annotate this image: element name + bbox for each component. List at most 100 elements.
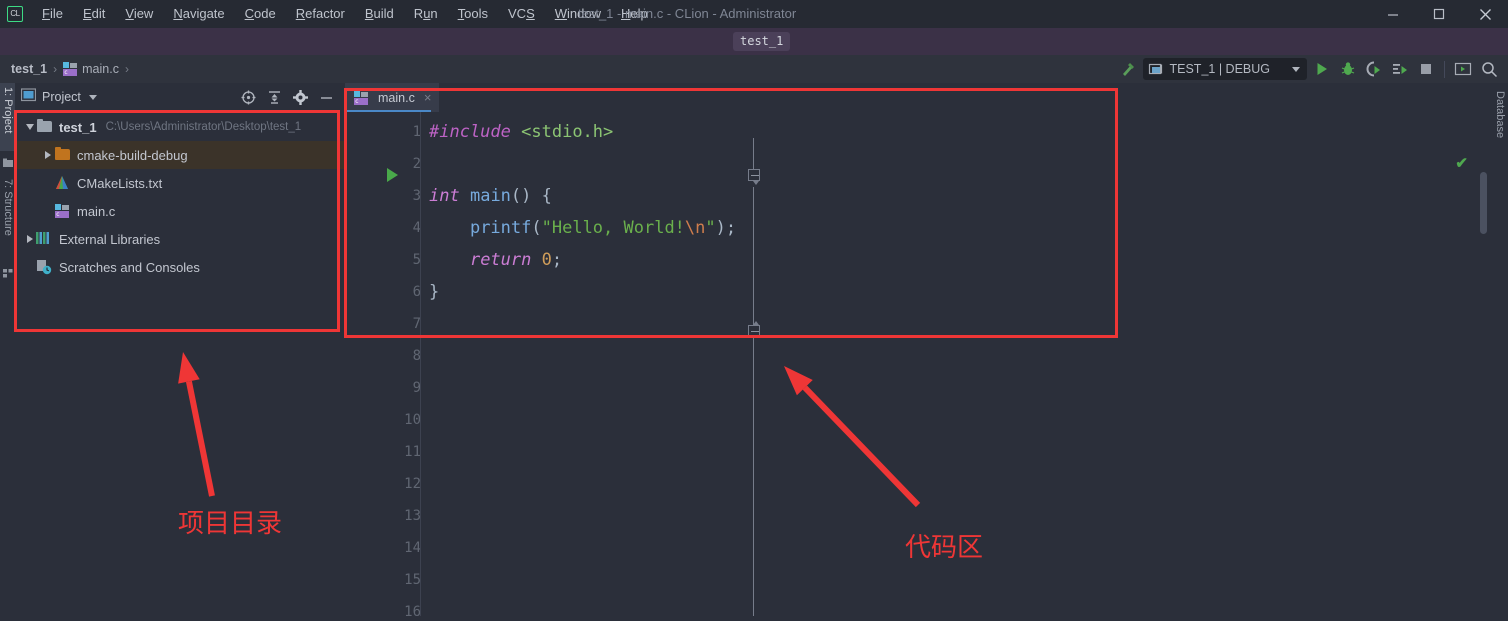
run-configuration-label: TEST_1 | DEBUG	[1169, 62, 1271, 76]
chevron-right-icon[interactable]	[23, 235, 36, 243]
close-icon[interactable]	[1462, 0, 1508, 28]
run-with-coverage-icon[interactable]	[1361, 55, 1387, 83]
project-view-icon	[20, 87, 37, 107]
menu-item-tools[interactable]: Tools	[448, 0, 498, 28]
tree-item-external-libraries[interactable]: External Libraries	[15, 225, 345, 253]
code-token: ;	[551, 250, 563, 270]
tree-item-main-c[interactable]: c main.c	[15, 197, 345, 225]
run-configuration-selector[interactable]: TEST_1 | DEBUG	[1142, 58, 1307, 80]
bottom-filler	[0, 616, 1508, 621]
code-token: );	[715, 218, 737, 238]
project-panel-header: Project	[15, 83, 345, 111]
c-file-icon: c	[63, 62, 78, 76]
collapse-all-icon[interactable]	[261, 85, 287, 109]
select-opened-file-icon[interactable]	[235, 85, 261, 109]
debug-bug-icon[interactable]	[1335, 55, 1361, 83]
profiler-icon[interactable]	[1387, 55, 1413, 83]
menu-item-edit[interactable]: Edit	[73, 0, 115, 28]
code-line-6: }	[429, 282, 439, 302]
line-number: 15	[404, 572, 421, 588]
line-number: 7	[412, 316, 421, 332]
tree-item-path: C:\Users\Administrator\Desktop\test_1	[105, 121, 302, 133]
line-number: 6	[412, 284, 421, 300]
tree-item-label: cmake-build-debug	[77, 147, 188, 163]
line-number: 4	[412, 220, 421, 236]
code-line-5: return 0;	[429, 250, 562, 270]
project-tree: test_1 C:\Users\Administrator\Desktop\tes…	[15, 111, 345, 281]
breadcrumb-project[interactable]: test_1	[11, 62, 47, 76]
minimize-icon[interactable]	[1370, 0, 1416, 28]
project-directory-label: 项目目录	[178, 509, 283, 539]
clion-logo-icon: CL	[7, 6, 23, 22]
breadcrumb-file[interactable]: main.c	[82, 62, 119, 76]
chevron-down-icon[interactable]	[88, 94, 97, 100]
code-line-3: int main() {	[429, 186, 552, 206]
code-token: }	[429, 282, 440, 302]
project-tab-test_1[interactable]: test_1	[733, 32, 791, 51]
c-file-icon: c	[354, 90, 368, 105]
editor-tab-label: main.c	[378, 90, 415, 105]
code-token: "Hello, World!	[541, 218, 685, 238]
gear-icon[interactable]	[287, 85, 313, 109]
chevron-right-icon[interactable]	[41, 151, 54, 159]
menu-item-view[interactable]: View	[115, 0, 163, 28]
libraries-icon	[36, 231, 53, 247]
maximize-icon[interactable]	[1416, 0, 1462, 28]
line-number: 8	[412, 348, 421, 364]
project-panel-actions	[235, 85, 339, 109]
hammer-icon[interactable]	[1115, 55, 1141, 83]
code-token: printf	[469, 218, 532, 238]
tree-item-label: main.c	[77, 203, 116, 219]
folder-icon	[36, 119, 53, 135]
menu-item-refactor[interactable]: Refactor	[286, 0, 355, 28]
tree-item-cmake-build-debug[interactable]: cmake-build-debug	[15, 141, 345, 169]
line-number: 2	[412, 156, 421, 172]
menu-item-file[interactable]: File	[32, 0, 73, 28]
close-icon[interactable]: ×	[424, 91, 432, 104]
run-icon[interactable]	[1309, 55, 1335, 83]
folder-orange-icon	[54, 147, 71, 163]
inspection-status-badge[interactable]: ✔	[1455, 154, 1468, 172]
menu-item-code[interactable]: Code	[235, 0, 286, 28]
stop-icon[interactable]	[1413, 55, 1439, 83]
breadcrumb-separator: ›	[53, 62, 58, 76]
search-icon[interactable]	[1476, 55, 1502, 83]
code-token: 0	[541, 250, 552, 270]
project-tab-strip: test_1	[0, 28, 1508, 55]
c-file-icon: c	[54, 203, 71, 219]
code-token: #include	[429, 122, 511, 142]
code-token: () {	[510, 186, 552, 206]
editor-tab-main-c[interactable]: c main.c ×	[345, 83, 440, 112]
sidebar-item-project[interactable]: 1: Project	[0, 83, 15, 151]
code-line-4: printf("Hello, World!\n");	[429, 218, 736, 238]
menu-item-build[interactable]: Build	[355, 0, 404, 28]
tree-item-cmakelists-txt[interactable]: CMakeLists.txt	[15, 169, 345, 197]
terminal-icon[interactable]	[1450, 55, 1476, 83]
menu-item-navigate[interactable]: Navigate	[163, 0, 234, 28]
structure-icon	[3, 265, 13, 278]
menu-item-run[interactable]: Run	[404, 0, 448, 28]
project-icon	[3, 155, 13, 167]
sidebar-item-database[interactable]: Database	[1492, 89, 1508, 140]
line-number: 14	[404, 540, 421, 556]
tree-item-test-1[interactable]: test_1 C:\Users\Administrator\Desktop\tes…	[15, 113, 345, 141]
editor-scrollbar-thumb[interactable]	[1480, 172, 1487, 234]
window-title: test_1 - main.c - CLion - Administrator	[578, 6, 797, 21]
chevron-down-icon[interactable]	[1292, 66, 1300, 72]
sidebar-item-structure[interactable]: 7: Structure	[0, 175, 15, 261]
line-number: 3	[412, 188, 421, 204]
hide-icon[interactable]	[313, 85, 339, 109]
clion-window: CL File Edit View Navigate Code Refactor Build…	[0, 0, 1508, 621]
line-number: 1	[412, 124, 421, 140]
code-line-1: #include <stdio.h>	[429, 122, 613, 142]
scratches-icon	[36, 259, 53, 275]
gutter-divider	[420, 112, 421, 621]
chevron-down-icon[interactable]	[23, 124, 36, 130]
run-gutter-icon[interactable]	[387, 168, 398, 182]
tree-item-scratches-and-consoles[interactable]: Scratches and Consoles	[15, 253, 345, 281]
menu-item-vcs[interactable]: VCS	[498, 0, 545, 28]
